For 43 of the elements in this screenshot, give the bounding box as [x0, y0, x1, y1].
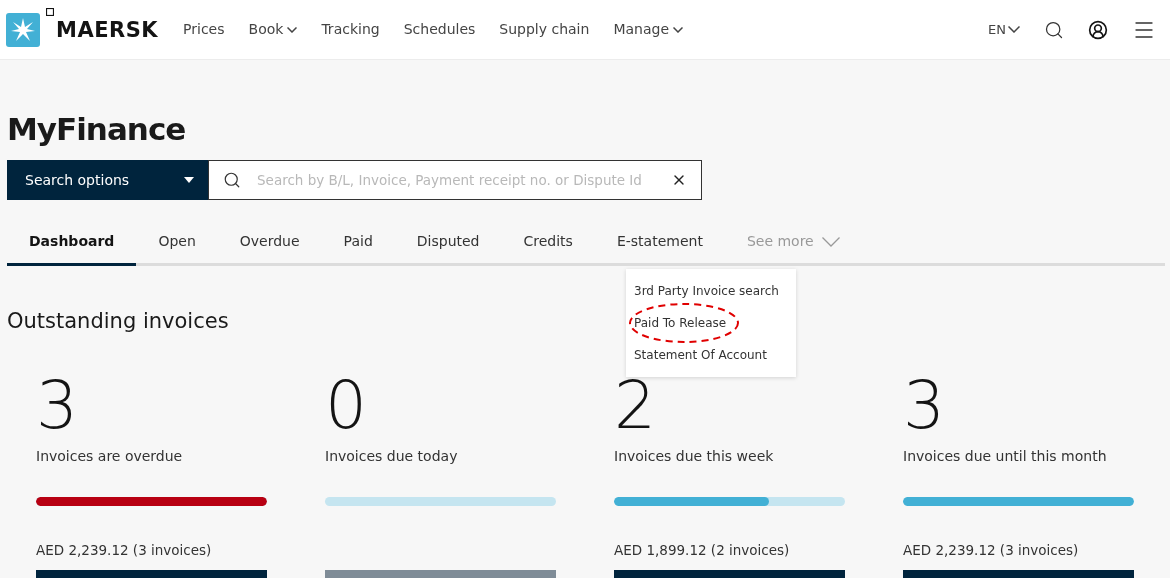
chevron-icon — [673, 26, 683, 33]
invoice-count: 0 — [325, 368, 366, 444]
search-input[interactable]: Search by B/L, Invoice, Payment receipt no. or Dispute Id — [257, 169, 655, 191]
tab[interactable]: Credits — [501, 220, 595, 266]
caret-icon — [184, 176, 194, 184]
nav-link[interactable]: Prices — [178, 19, 230, 40]
search-icon[interactable] — [1044, 19, 1064, 40]
tab[interactable]: E-statement — [594, 220, 725, 266]
invoice-amount: AED 2,239.12 (3 invoices) — [903, 542, 1079, 558]
nav-link[interactable]: Schedules — [398, 19, 481, 40]
nav-link[interactable]: Book — [243, 19, 303, 40]
chevron-icon — [287, 26, 298, 33]
user-icon[interactable] — [1088, 19, 1108, 40]
chevron-icon — [1008, 26, 1020, 33]
language-selector[interactable]: EN — [988, 19, 1020, 40]
menu-item[interactable]: Paid To Release — [626, 307, 796, 339]
search-options-dropdown[interactable]: Search options — [7, 160, 208, 200]
card-label: Invoices due until this month — [903, 447, 1108, 466]
invoice-count: 2 — [614, 368, 655, 444]
search-field[interactable]: Search by B/L, Invoice, Payment receipt no. or Dispute Id — [208, 160, 702, 200]
card-label: Invoices due this week — [614, 447, 775, 466]
search-icon — [223, 171, 241, 189]
tab[interactable]: Overdue — [217, 220, 322, 266]
nav-link[interactable]: Tracking — [316, 19, 385, 40]
nav-link[interactable]: Manage — [608, 19, 688, 40]
invoice-amount: AED 1,899.12 (2 invoices) — [614, 542, 790, 558]
section-title: Outstanding invoices — [7, 308, 229, 335]
tab[interactable]: Paid — [321, 220, 395, 266]
invoice-amount: AED 2,239.12 (3 invoices) — [36, 542, 212, 558]
invoice-count: 3 — [903, 368, 944, 444]
nav-link[interactable]: Supply chain — [494, 19, 595, 40]
star-logo-icon[interactable] — [6, 12, 40, 47]
tab[interactable]: Dashboard — [7, 220, 137, 266]
page-title: MyFinance — [7, 110, 187, 149]
card-label: Invoices are overdue — [36, 447, 184, 466]
menu-item[interactable]: 3rd Party Invoice search — [626, 275, 796, 307]
invoice-count: 3 — [36, 368, 77, 444]
card-label: Invoices due today — [325, 447, 459, 466]
chevron-icon — [821, 236, 840, 247]
tab[interactable]: Disputed — [394, 220, 502, 266]
menu-item[interactable]: Statement Of Account — [626, 339, 796, 371]
tab[interactable]: Open — [136, 220, 218, 266]
logo-text[interactable]: MAERSK — [56, 15, 159, 47]
